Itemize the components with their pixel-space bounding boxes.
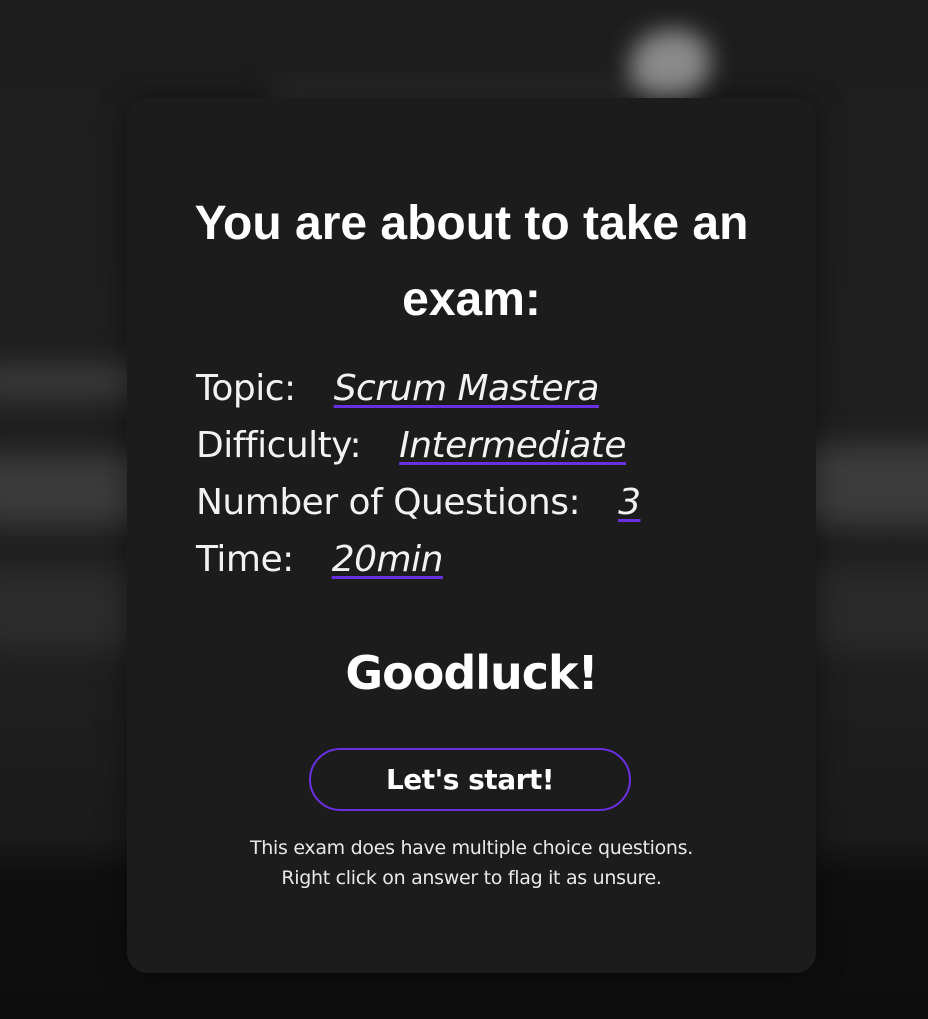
exam-details: Topic: Scrum Mastera Difficulty: Intermedi… xyxy=(196,360,641,588)
detail-time: Time: 20min xyxy=(196,531,641,588)
question-count-value: 3 xyxy=(618,482,641,523)
modal-title: You are about to take an exam: xyxy=(194,197,749,326)
note-line: Right click on answer to flag it as unsu… xyxy=(281,867,662,889)
start-exam-button[interactable]: Let's start! xyxy=(309,748,631,811)
note-line: This exam does have multiple choice ques… xyxy=(249,837,694,859)
topic-value: Scrum Mastera xyxy=(333,368,600,409)
difficulty-value: Intermediate xyxy=(399,425,627,466)
goodluck-heading: Goodluck! xyxy=(345,646,598,700)
detail-label: Difficulty: xyxy=(196,425,362,466)
time-value: 20min xyxy=(331,539,444,580)
exam-note: This exam does have multiple choice ques… xyxy=(127,833,816,893)
detail-label: Time: xyxy=(196,539,294,580)
exam-intro-modal: You are about to take an exam: Topic: Scr… xyxy=(127,98,816,973)
background-blur-shape xyxy=(630,30,710,100)
detail-label: Number of Questions: xyxy=(196,482,581,523)
detail-question-count: Number of Questions: 3 xyxy=(196,474,641,531)
detail-topic: Topic: Scrum Mastera xyxy=(196,360,641,417)
detail-label: Topic: xyxy=(196,368,296,409)
detail-difficulty: Difficulty: Intermediate xyxy=(196,417,641,474)
